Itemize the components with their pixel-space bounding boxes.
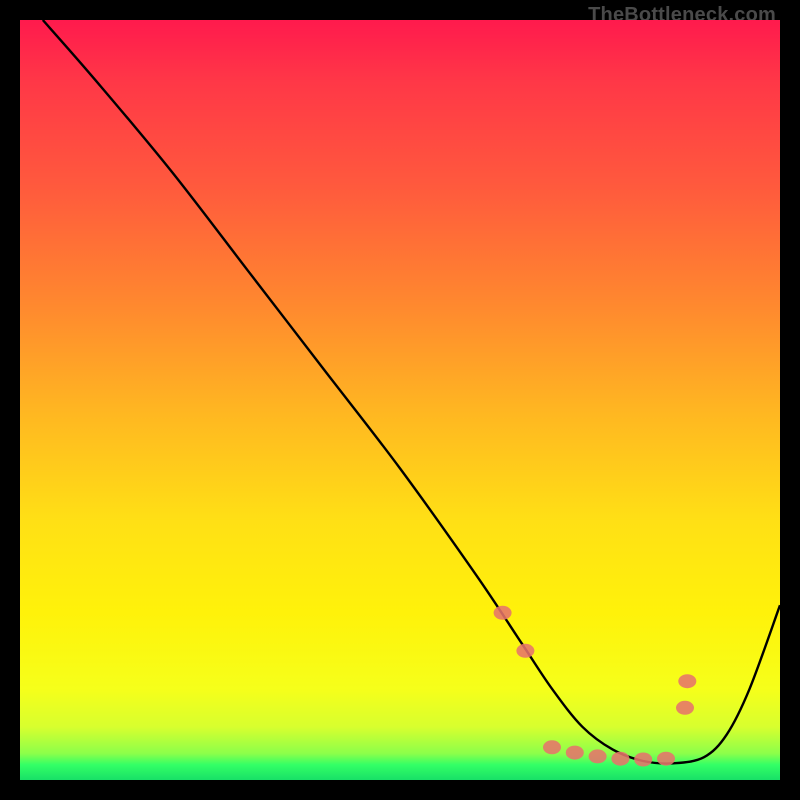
plot-area xyxy=(20,20,780,780)
highlight-dot xyxy=(678,674,696,688)
chart-stage: TheBottleneck.com xyxy=(0,0,800,800)
highlight-dot xyxy=(566,746,584,760)
curve-layer xyxy=(20,20,780,780)
highlight-dot xyxy=(589,749,607,763)
highlight-dot xyxy=(516,644,534,658)
highlight-dot xyxy=(657,752,675,766)
bottleneck-curve xyxy=(43,20,780,764)
highlight-dot xyxy=(634,753,652,767)
highlight-dot xyxy=(494,606,512,620)
highlight-dot xyxy=(543,740,561,754)
highlight-dot xyxy=(676,701,694,715)
highlight-dot xyxy=(611,752,629,766)
highlight-dots xyxy=(494,606,697,767)
